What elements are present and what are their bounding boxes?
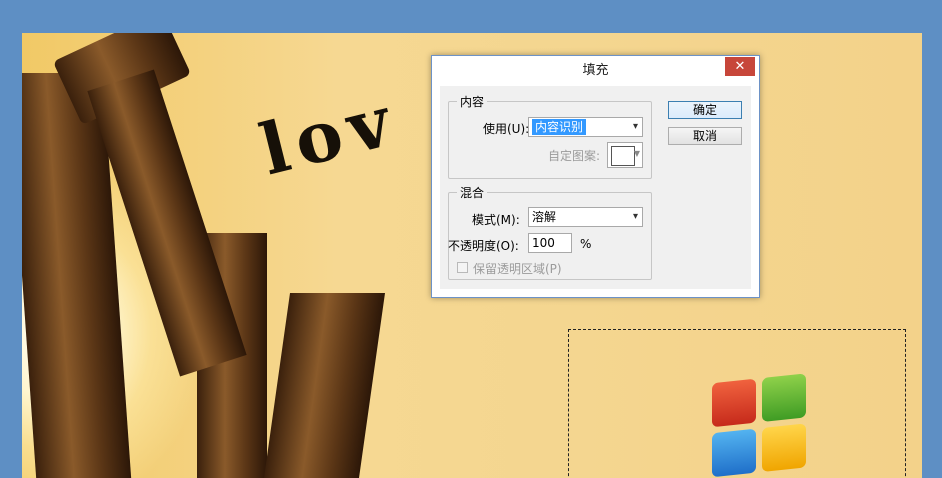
opacity-unit: % bbox=[580, 237, 592, 251]
custom-pattern-label: 自定图案: bbox=[548, 149, 601, 163]
mode-label: 模式(M): bbox=[472, 213, 520, 227]
opacity-input[interactable]: 100 bbox=[528, 233, 572, 253]
content-group: 内容 使用(U): 内容识别 ▾ 自定图案: ▼ bbox=[448, 93, 652, 179]
mode-select-value: 溶解 bbox=[532, 210, 557, 224]
dialog-body: 内容 使用(U): 内容识别 ▾ 自定图案: ▼ 混合 模式(M): 溶解 ▾ … bbox=[440, 86, 751, 289]
use-label: 使用(U): bbox=[483, 122, 530, 136]
blend-group: 混合 模式(M): 溶解 ▾ 不透明度(O): 100 % 保留透明区域(P) bbox=[448, 184, 652, 280]
cancel-button[interactable]: 取消 bbox=[668, 127, 742, 145]
pattern-swatch bbox=[611, 146, 635, 166]
column-right bbox=[263, 293, 386, 478]
artwork-text: lov bbox=[252, 77, 406, 192]
use-select[interactable]: 内容识别 ▾ bbox=[528, 117, 643, 137]
close-button[interactable]: ✕ bbox=[725, 57, 755, 76]
windows-logo-icon bbox=[712, 373, 812, 478]
custom-pattern-picker: ▼ bbox=[607, 142, 643, 168]
chevron-down-icon: ▾ bbox=[632, 211, 638, 222]
chevron-down-icon: ▾ bbox=[632, 121, 638, 132]
fill-dialog: 填充 ✕ 内容 使用(U): 内容识别 ▾ 自定图案: ▼ 混合 模式(M): … bbox=[431, 55, 760, 298]
content-group-legend: 内容 bbox=[457, 93, 488, 110]
use-select-value: 内容识别 bbox=[532, 119, 587, 135]
mode-select[interactable]: 溶解 ▾ bbox=[528, 207, 643, 227]
ok-button[interactable]: 确定 bbox=[668, 101, 742, 119]
preserve-transparency-label: 保留透明区域(P) bbox=[473, 262, 562, 276]
chevron-down-icon: ▼ bbox=[633, 149, 640, 158]
opacity-label: 不透明度(O): bbox=[448, 239, 519, 253]
preserve-transparency-checkbox[interactable] bbox=[457, 262, 468, 273]
blend-group-legend: 混合 bbox=[457, 184, 488, 201]
dialog-title: 填充 bbox=[582, 63, 609, 78]
